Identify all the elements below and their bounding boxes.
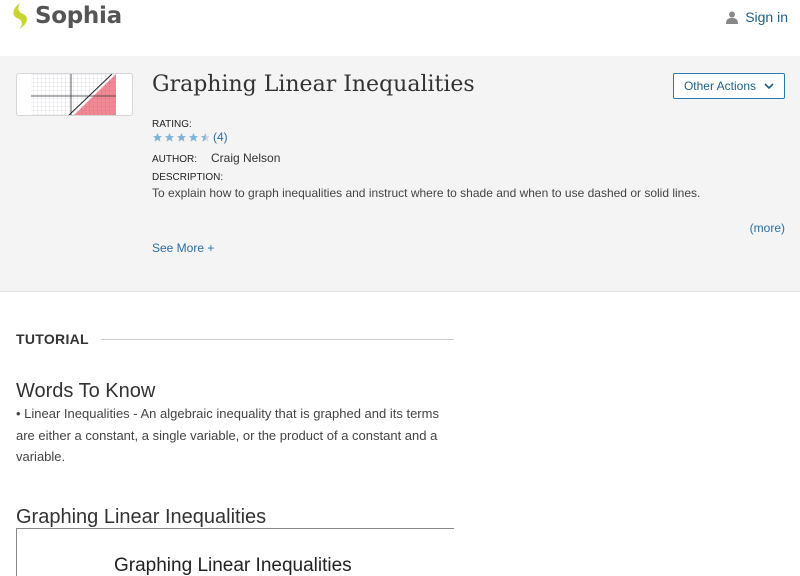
star-icon: [164, 132, 175, 142]
see-more-link[interactable]: See More +: [152, 241, 214, 255]
description-text: To explain how to graph inequalities and…: [152, 186, 701, 200]
author-row: AUTHOR: Craig Nelson: [152, 151, 280, 165]
sophia-leaf-icon: [13, 3, 27, 29]
top-header: Sophia Sign in: [0, 0, 800, 56]
star-half-icon: [200, 132, 211, 142]
sign-in-link[interactable]: Sign in: [726, 9, 788, 25]
tutorial-label: TUTORIAL: [16, 331, 89, 347]
other-actions-button[interactable]: Other Actions: [673, 73, 785, 99]
description-label: DESCRIPTION:: [152, 172, 224, 183]
logo-text: Sophia: [35, 3, 122, 29]
sophia-logo[interactable]: Sophia: [9, 2, 122, 30]
tutorial-divider: [101, 339, 454, 340]
words-to-know-heading: Words To Know: [16, 380, 156, 402]
rating-stars[interactable]: (4): [152, 130, 228, 144]
rating-count-link[interactable]: (4): [213, 130, 228, 144]
author-name: Craig Nelson: [211, 151, 281, 165]
author-label: AUTHOR:: [152, 154, 197, 165]
resource-summary: Graphing Linear Inequalities Other Actio…: [0, 56, 800, 292]
graphing-heading: Graphing Linear Inequalities: [16, 506, 267, 528]
star-icon: [152, 132, 163, 142]
graph-thumbnail-image: [31, 74, 116, 115]
chevron-down-icon: [764, 82, 774, 89]
sign-in-label: Sign in: [745, 9, 788, 25]
more-link[interactable]: (more): [750, 221, 785, 235]
resource-thumbnail: [16, 73, 133, 116]
embedded-slide[interactable]: Graphing Linear Inequalities: [16, 528, 454, 576]
star-icon: [188, 132, 199, 142]
resource-title: Graphing Linear Inequalities: [152, 72, 475, 97]
other-actions-label: Other Actions: [683, 79, 757, 93]
star-icon: [176, 132, 187, 142]
embedded-slide-title: Graphing Linear Inequalities: [114, 555, 352, 576]
words-to-know-body: • Linear Inequalities - An algebraic ine…: [16, 406, 439, 464]
rating-label: RATING:: [152, 119, 192, 130]
user-icon: [726, 11, 739, 24]
